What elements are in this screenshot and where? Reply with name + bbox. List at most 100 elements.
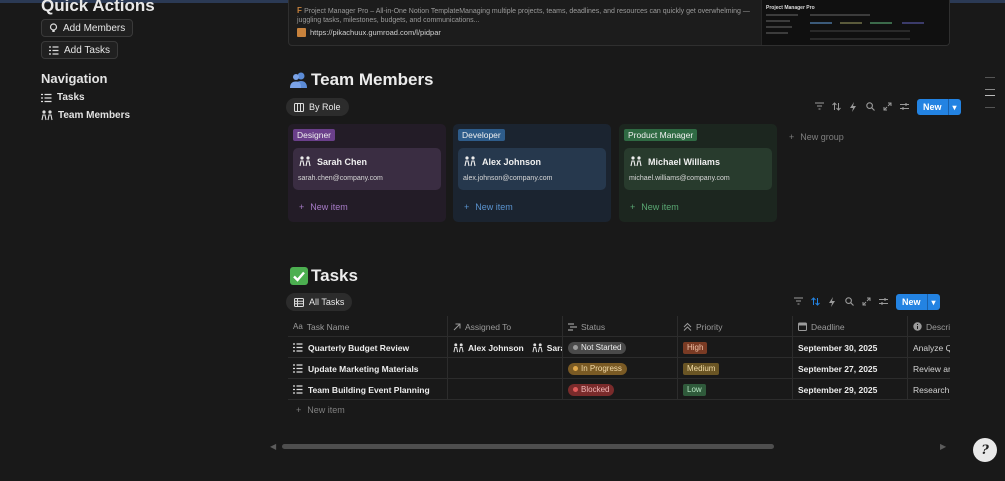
assigned-to-cell[interactable] <box>448 379 563 400</box>
view-tab-by-role[interactable]: By Role <box>286 98 349 116</box>
deadline-cell[interactable]: September 30, 2025 <box>793 337 908 358</box>
outline-marker[interactable] <box>985 77 995 78</box>
status-property-icon <box>568 322 577 331</box>
new-button-label: New <box>923 102 942 112</box>
team-new-button[interactable]: New ▾ <box>917 99 961 115</box>
tasks-heading: Tasks <box>290 266 358 286</box>
add-tasks-button[interactable]: Add Tasks <box>41 41 118 59</box>
chevron-down-icon[interactable]: ▾ <box>947 99 961 115</box>
deadline-cell[interactable]: September 29, 2025 <box>793 379 908 400</box>
scroll-right-arrow-icon[interactable]: ▶ <box>940 442 946 451</box>
deadline-cell[interactable]: September 27, 2025 <box>793 358 908 379</box>
tasks-table: Aa Task Name Assigned To Status Priority… <box>288 316 950 424</box>
sort-icon[interactable] <box>832 102 842 112</box>
column-header-description[interactable]: Descri <box>908 316 950 337</box>
column-header-status[interactable]: Status <box>563 316 678 337</box>
bookmark-url[interactable]: https://pikachuux.gumroad.com/l/pidpar <box>297 28 441 37</box>
add-members-button[interactable]: Add Members <box>41 19 134 37</box>
people-icon <box>453 342 464 353</box>
description-cell[interactable]: Analyze Q3 <box>908 337 950 358</box>
group-role-badge: Product Manager <box>624 129 698 141</box>
nav-item-team-members[interactable]: Team Members <box>41 110 130 121</box>
table-row[interactable]: Quarterly Budget Review Alex Johnson Sar… <box>288 337 950 358</box>
text-property-icon: Aa <box>293 322 303 331</box>
task-name-cell[interactable]: Update Marketing Materials <box>288 358 448 379</box>
chevron-down-icon[interactable]: ▾ <box>926 294 940 310</box>
outline-marker[interactable] <box>985 89 995 90</box>
task-name-cell[interactable]: Team Building Event Planning <box>288 379 448 400</box>
member-email: alex.johnson@company.com <box>463 175 553 182</box>
plus-icon: + <box>299 202 305 212</box>
priority-cell[interactable]: Medium <box>678 358 793 379</box>
check-mark-icon <box>290 267 308 285</box>
assigned-to-cell[interactable]: Alex Johnson Sarah Cl <box>448 337 563 358</box>
new-button-label: New <box>902 297 921 307</box>
people-icon <box>464 156 476 167</box>
task-name: Quarterly Budget Review <box>308 342 410 353</box>
bookmark-url-text: https://pikachuux.gumroad.com/l/pidpar <box>310 28 441 37</box>
team-toolbar: New ▾ <box>815 99 961 115</box>
people-icon <box>532 342 543 353</box>
navigation-heading: Navigation <box>41 71 108 86</box>
column-header-task-name[interactable]: Aa Task Name <box>288 316 448 337</box>
search-icon[interactable] <box>866 102 876 112</box>
expand-icon[interactable] <box>862 297 872 307</box>
column-header-priority[interactable]: Priority <box>678 316 793 337</box>
help-button[interactable]: ? <box>973 438 997 462</box>
settings-sliders-icon[interactable] <box>900 102 910 112</box>
priority-badge: High <box>683 341 708 354</box>
column-header-label: Deadline <box>811 321 845 332</box>
scroll-left-arrow-icon[interactable]: ◀ <box>270 442 276 451</box>
assignee-name: Sarah Cl <box>546 342 562 353</box>
new-item-label: New item <box>307 405 345 415</box>
table-row[interactable]: Team Building Event Planning Blocked Low… <box>288 379 950 400</box>
new-item-button[interactable]: + New item <box>299 202 348 212</box>
member-card[interactable]: Alex Johnson alex.johnson@company.com <box>458 148 606 190</box>
member-card[interactable]: Michael Williams michael.williams@compan… <box>624 148 772 190</box>
outline-marker[interactable] <box>985 95 995 96</box>
bookmark-card[interactable]: F Project Manager Pro – All-in-One Notio… <box>288 0 950 46</box>
sort-icon[interactable] <box>811 297 821 307</box>
filter-icon[interactable] <box>815 102 825 112</box>
column-header-deadline[interactable]: Deadline <box>793 316 908 337</box>
search-icon[interactable] <box>845 297 855 307</box>
description-cell[interactable]: Research a <box>908 379 950 400</box>
board-group-product-manager: Product Manager Michael Williams michael… <box>619 124 777 222</box>
status-cell[interactable]: Blocked <box>563 379 678 400</box>
member-name: Alex Johnson <box>464 156 541 167</box>
bookmark-description-text: Project Manager Pro – All-in-One Notion … <box>297 8 750 24</box>
table-row[interactable]: Update Marketing Materials In Progress M… <box>288 358 950 379</box>
checklist-icon <box>293 343 303 352</box>
lightning-icon[interactable] <box>849 102 859 112</box>
description-cell[interactable]: Review and <box>908 358 950 379</box>
priority-cell[interactable]: Low <box>678 379 793 400</box>
horizontal-scrollbar-thumb[interactable] <box>282 444 774 449</box>
new-item-label: New item <box>641 202 679 212</box>
new-item-button[interactable]: + New item <box>630 202 679 212</box>
lightning-icon[interactable] <box>828 297 838 307</box>
column-header-label: Assigned To <box>465 321 512 332</box>
task-name-cell[interactable]: Quarterly Budget Review <box>288 337 448 358</box>
view-tab-label: All Tasks <box>309 297 345 307</box>
outline-marker[interactable] <box>985 107 995 108</box>
new-item-button[interactable]: + New item <box>464 202 513 212</box>
tasks-new-button[interactable]: New ▾ <box>896 294 940 310</box>
status-cell[interactable]: In Progress <box>563 358 678 379</box>
filter-icon[interactable] <box>794 297 804 307</box>
tasks-new-item-button[interactable]: + New item <box>296 405 345 415</box>
column-header-label: Status <box>581 321 606 332</box>
column-header-assigned-to[interactable]: Assigned To <box>448 316 563 337</box>
nav-item-tasks[interactable]: Tasks <box>41 92 85 103</box>
settings-sliders-icon[interactable] <box>879 297 889 307</box>
new-group-button[interactable]: + New group <box>789 132 844 142</box>
status-cell[interactable]: Not Started <box>563 337 678 358</box>
view-tab-all-tasks[interactable]: All Tasks <box>286 293 353 311</box>
assigned-to-cell[interactable] <box>448 358 563 379</box>
status-badge: In Progress <box>568 362 627 375</box>
team-members-heading: Team Members <box>290 70 434 90</box>
status-badge: Blocked <box>568 383 615 396</box>
expand-icon[interactable] <box>883 102 893 112</box>
new-item-label: New item <box>475 202 513 212</box>
priority-cell[interactable]: High <box>678 337 793 358</box>
member-card[interactable]: Sarah Chen sarah.chen@company.com <box>293 148 441 190</box>
